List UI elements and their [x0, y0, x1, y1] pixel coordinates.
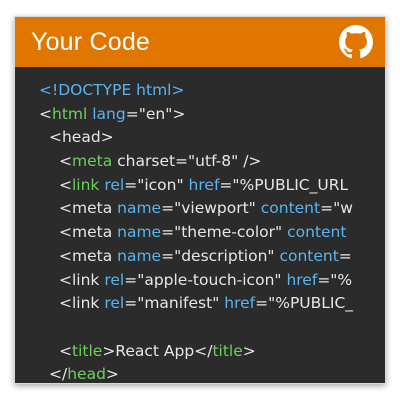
code-token: ="en"> [125, 104, 186, 123]
code-token: content [287, 223, 347, 242]
code-token: ="% [317, 270, 353, 289]
code-token: <!DOCTYPE html> [39, 81, 185, 99]
code-token: rel [104, 270, 125, 289]
code-token: href [286, 270, 318, 289]
code-token: name [117, 246, 162, 265]
code-token: <meta [59, 223, 118, 242]
code-token: href [188, 175, 220, 194]
code-token: head [67, 365, 106, 383]
github-icon[interactable] [339, 25, 373, 59]
code-token: <head> [49, 128, 114, 147]
code-token: <link [59, 270, 105, 289]
code-token: > [242, 341, 256, 360]
card-title: Your Code [31, 27, 151, 56]
code-line: <head> [15, 126, 385, 150]
code-token: html [52, 104, 88, 123]
code-token: < [59, 175, 72, 194]
code-line: <!DOCTYPE html> [15, 79, 385, 103]
code-card: Your Code <!DOCTYPE html> <html lang="en"… [14, 16, 386, 384]
code-token: ="%PUBLIC_URL [219, 175, 349, 194]
code-token: rel [104, 294, 125, 313]
code-line: <meta name="theme-color" content [15, 221, 385, 245]
code-token: >React App</ [102, 341, 213, 360]
code-token: meta [72, 152, 113, 171]
code-line: <link rel="icon" href="%PUBLIC_URL [15, 174, 385, 198]
code-token: ="theme-color" [161, 223, 288, 242]
code-token: name [117, 199, 162, 218]
code-token: ="icon" [124, 175, 189, 194]
code-token: < [39, 104, 52, 123]
code-line: <title>React App</title> [15, 340, 385, 364]
code-token: ="viewport" [161, 199, 261, 218]
code-token: rel [104, 175, 125, 194]
code-token: charset="utf-8" /> [112, 152, 262, 171]
code-line: <meta name="viewport" content="w [15, 197, 385, 221]
code-line: </head> [15, 363, 385, 383]
code-token: name [117, 223, 162, 242]
code-token: <link [59, 294, 105, 313]
code-token: <meta [59, 199, 118, 218]
code-token: link [72, 175, 100, 194]
code-token: = [338, 246, 352, 265]
code-token: </ [49, 365, 68, 383]
code-token: title [212, 341, 243, 360]
card-header: Your Code [15, 17, 385, 67]
code-line: <link rel="manifest" href="%PUBLIC_ [15, 292, 385, 316]
code-token: ="apple-touch-icon" [124, 270, 287, 289]
code-line: <html lang="en"> [15, 103, 385, 127]
code-token: < [59, 341, 72, 360]
code-token: lang [92, 104, 126, 123]
code-token: ="w [320, 199, 353, 218]
code-line: <meta charset="utf-8" /> [15, 150, 385, 174]
code-token: > [105, 365, 119, 383]
code-token: < [59, 152, 72, 171]
code-line: <meta name="description" content= [15, 245, 385, 269]
code-token: content [279, 246, 339, 265]
code-token: href [224, 294, 256, 313]
code-token: ="%PUBLIC_ [255, 294, 354, 313]
code-token: content [260, 199, 321, 218]
code-token: <meta [59, 246, 118, 265]
code-line: <link rel="apple-touch-icon" href="% [15, 269, 385, 293]
code-token: ="description" [161, 246, 280, 265]
code-token: title [72, 341, 103, 360]
code-view[interactable]: <!DOCTYPE html> <html lang="en"> <head> <me… [15, 67, 385, 383]
code-token: ="manifest" [124, 294, 225, 313]
